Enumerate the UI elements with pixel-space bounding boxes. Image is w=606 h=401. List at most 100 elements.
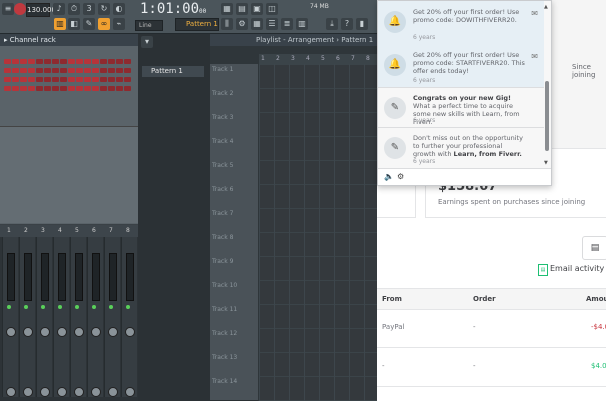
volume-fader[interactable] <box>7 253 15 301</box>
playlist-view-icon[interactable]: ▦ <box>221 3 233 15</box>
step-button[interactable] <box>4 59 11 64</box>
step-button[interactable] <box>68 86 75 91</box>
link-icon[interactable]: ∞ <box>98 18 110 30</box>
step-button[interactable] <box>100 77 107 82</box>
step-button[interactable] <box>36 68 43 73</box>
step-button[interactable] <box>108 77 115 82</box>
step-button[interactable] <box>60 77 67 82</box>
step-button[interactable] <box>44 68 51 73</box>
step-button[interactable] <box>20 77 27 82</box>
timeline-ruler[interactable]: 1 2 3 4 5 6 7 8 <box>259 54 377 64</box>
step-button[interactable] <box>44 59 51 64</box>
scrollbar-thumb[interactable] <box>545 81 549 151</box>
notification-item[interactable]: ✎ Congrats on your new Gig! What a perfec… <box>378 87 544 128</box>
send-knob[interactable] <box>74 387 84 397</box>
channel-rack-icon[interactable]: ◫ <box>266 3 278 15</box>
send-knob[interactable] <box>125 387 135 397</box>
step-button[interactable] <box>44 86 51 91</box>
step-button[interactable] <box>108 59 115 64</box>
download-icon[interactable]: ⤓ <box>326 18 338 30</box>
track-header[interactable]: Track 3 <box>210 112 258 137</box>
volume-fader[interactable] <box>58 253 66 301</box>
step-button[interactable] <box>76 77 83 82</box>
step-button[interactable] <box>116 68 123 73</box>
notification-item[interactable]: 🔔 Get 20% off your first order! Use promo… <box>378 1 544 45</box>
mixer-icon[interactable]: ⫼ <box>221 18 233 30</box>
step-button[interactable] <box>36 59 43 64</box>
track-header[interactable]: Track 14 <box>210 376 258 401</box>
step-button[interactable] <box>28 77 35 82</box>
step-button[interactable] <box>84 68 91 73</box>
track-header[interactable]: Track 4 <box>210 136 258 161</box>
blend-icon[interactable]: ◐ <box>113 3 125 15</box>
step-button[interactable] <box>4 68 11 73</box>
notification-item[interactable]: ✎ Don't miss out on the opportunity to fu… <box>378 127 544 169</box>
step-button[interactable] <box>92 77 99 82</box>
step-button[interactable] <box>68 68 75 73</box>
step-button[interactable] <box>12 77 19 82</box>
send-knob[interactable] <box>57 387 67 397</box>
step-button[interactable] <box>116 59 123 64</box>
step-button[interactable] <box>12 86 19 91</box>
browser-icon[interactable]: ▣ <box>251 3 263 15</box>
send-knob[interactable] <box>108 387 118 397</box>
step-button[interactable] <box>108 68 115 73</box>
pattern-selector[interactable]: Pattern 1 <box>175 18 219 31</box>
track-header[interactable]: Track 5 <box>210 160 258 185</box>
pan-knob[interactable] <box>74 327 84 337</box>
track-header[interactable]: Track 12 <box>210 328 258 353</box>
step-button[interactable] <box>20 68 27 73</box>
volume-fader[interactable] <box>41 253 49 301</box>
track-header[interactable]: Track 8 <box>210 232 258 257</box>
send-knob[interactable] <box>40 387 50 397</box>
volume-fader[interactable] <box>92 253 100 301</box>
step-button[interactable] <box>60 68 67 73</box>
calendar-button[interactable]: ▤ <box>582 236 606 260</box>
sound-icon[interactable]: 🔈 <box>384 172 394 181</box>
step-button[interactable] <box>4 77 11 82</box>
loop-record-icon[interactable]: ↻ <box>98 3 110 15</box>
menu-icon[interactable]: ≡ <box>2 3 14 15</box>
step-button[interactable] <box>68 77 75 82</box>
piano-roll-icon[interactable]: ▤ <box>236 3 248 15</box>
step-button[interactable] <box>52 59 59 64</box>
step-button[interactable] <box>36 86 43 91</box>
step-button[interactable] <box>20 86 27 91</box>
step-button[interactable] <box>52 86 59 91</box>
step-button[interactable] <box>84 86 91 91</box>
step-button[interactable] <box>116 77 123 82</box>
track-header[interactable]: Track 2 <box>210 88 258 113</box>
record-button[interactable] <box>14 3 26 15</box>
step-button[interactable] <box>12 59 19 64</box>
step-button[interactable] <box>116 86 123 91</box>
step-button[interactable] <box>108 86 115 91</box>
track-header[interactable]: Track 1 <box>210 64 258 89</box>
notification-item[interactable]: 🔔 Get 20% off your first order! Use promo… <box>378 44 544 88</box>
pan-knob[interactable] <box>108 327 118 337</box>
piano-icon[interactable]: ▥ <box>296 18 308 30</box>
step-button[interactable] <box>28 59 35 64</box>
countdown-icon[interactable]: 3 <box>83 3 95 15</box>
step-button[interactable] <box>124 86 131 91</box>
playlist-grid[interactable] <box>259 64 377 401</box>
grid-icon[interactable]: ▦ <box>251 18 263 30</box>
send-knob[interactable] <box>6 387 16 397</box>
track-header[interactable]: Track 7 <box>210 208 258 233</box>
track-header[interactable]: Track 10 <box>210 280 258 305</box>
step-button[interactable] <box>124 77 131 82</box>
step-button[interactable] <box>52 77 59 82</box>
step-button[interactable] <box>12 68 19 73</box>
step-edit-icon[interactable]: ◧ <box>68 18 80 30</box>
snap-select[interactable]: Line <box>135 20 163 31</box>
snap-icon[interactable]: ⌁ <box>113 18 125 30</box>
sliders-icon[interactable]: ≣ <box>281 18 293 30</box>
mail-icon[interactable]: ✉ <box>531 9 538 18</box>
scroll-up-icon[interactable]: ▲ <box>544 4 548 10</box>
step-button[interactable] <box>20 59 27 64</box>
settings-gear-icon[interactable]: ⚙ <box>397 172 404 181</box>
step-button[interactable] <box>100 86 107 91</box>
step-button[interactable] <box>84 77 91 82</box>
step-button[interactable] <box>92 68 99 73</box>
step-button[interactable] <box>76 68 83 73</box>
cpu-icon[interactable]: ▮ <box>356 18 368 30</box>
